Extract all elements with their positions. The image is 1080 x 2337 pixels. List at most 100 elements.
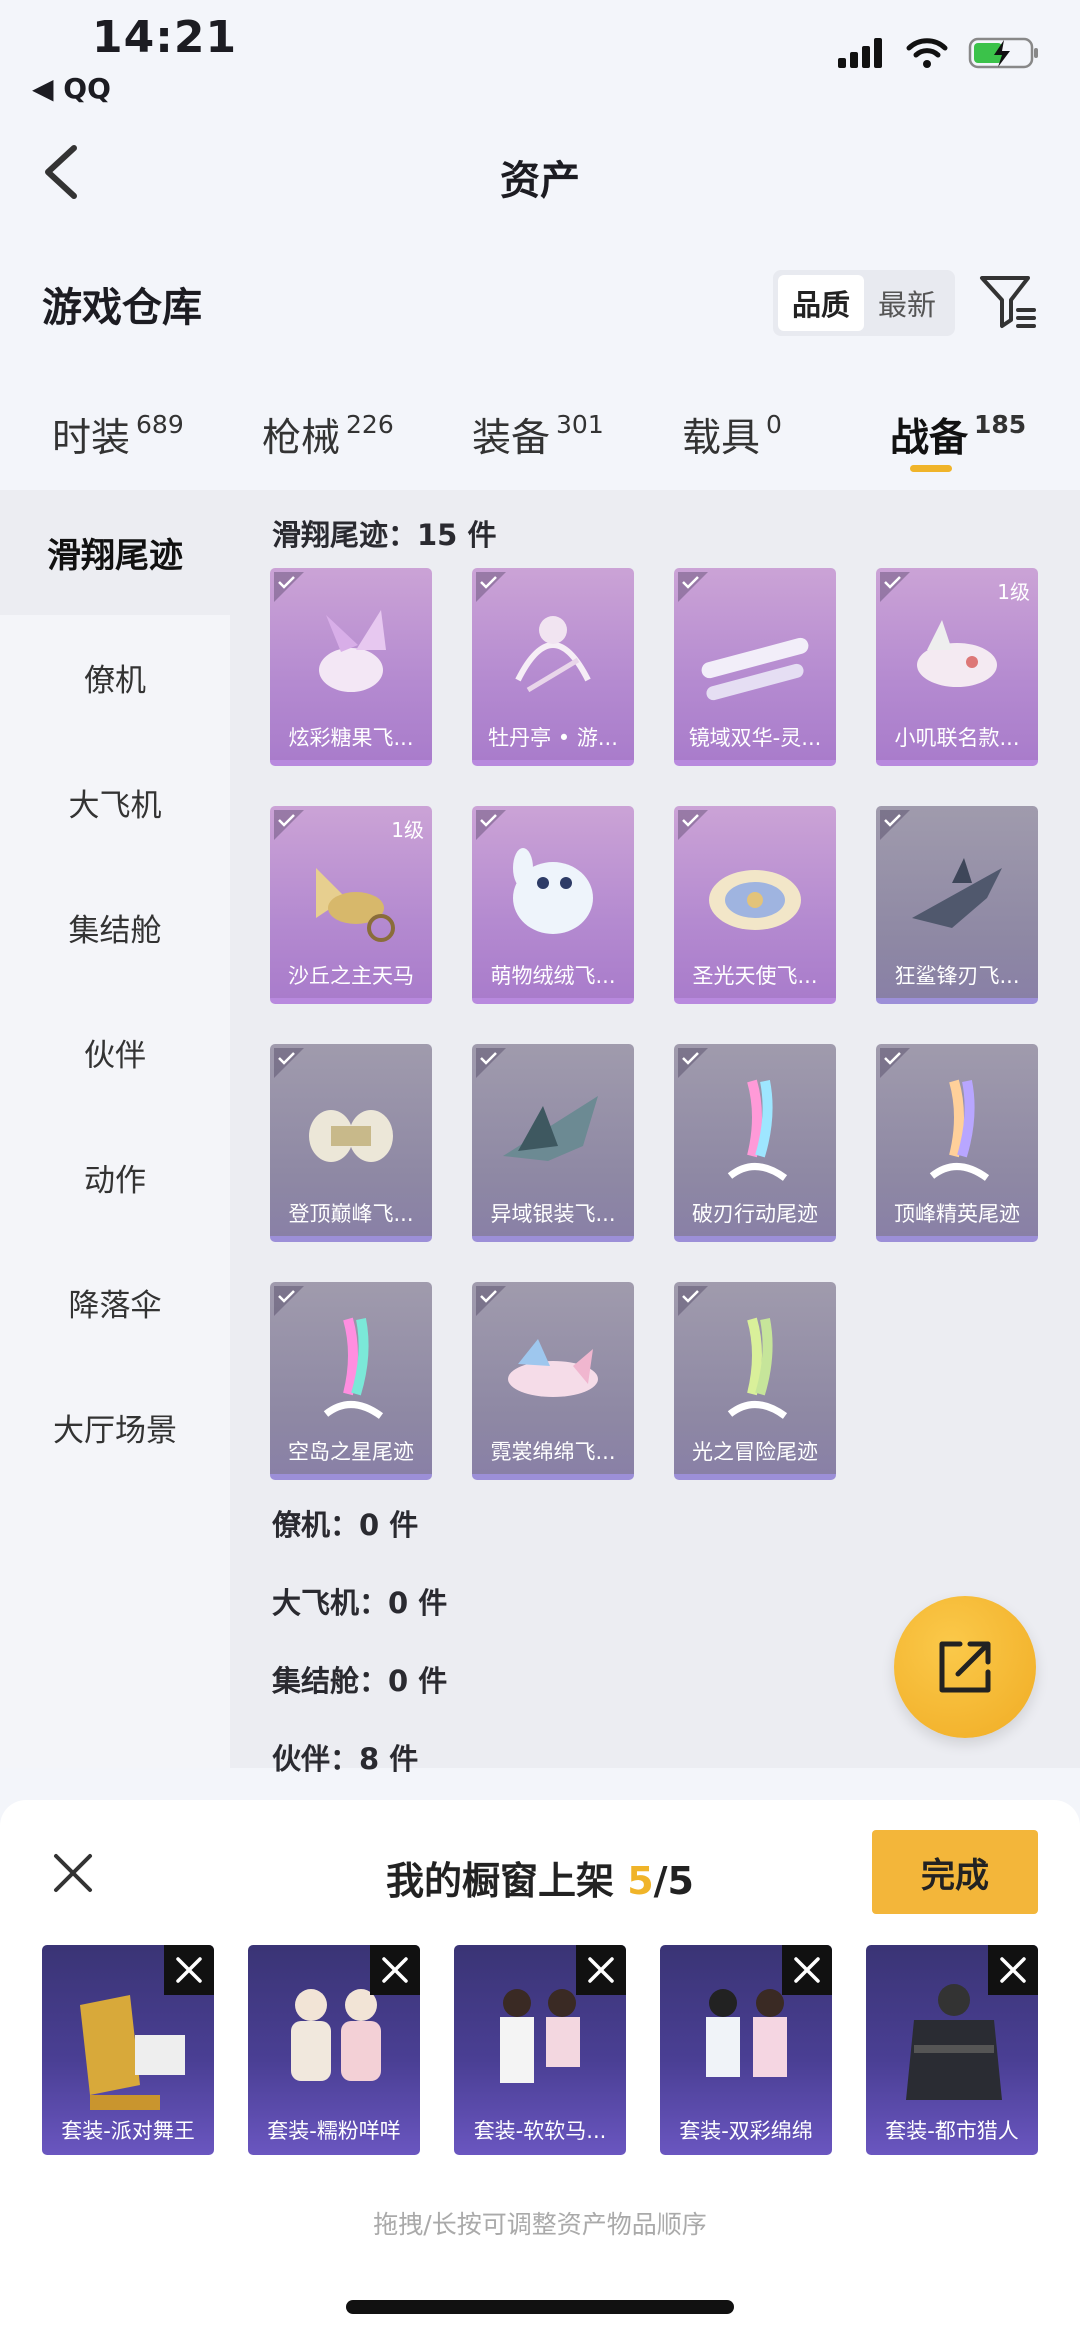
item-image: [727, 1079, 788, 1181]
sidebar-item-wingman[interactable]: 僚机: [0, 615, 230, 740]
sort-quality-button[interactable]: 品质: [778, 275, 864, 331]
active-tab-indicator: [910, 465, 952, 472]
showcase-item-card[interactable]: 套装-双彩绵绵: [660, 1945, 832, 2155]
item-image: [917, 620, 997, 687]
tab-count: 226: [346, 410, 394, 439]
close-icon: [588, 1957, 614, 1983]
remove-item-button[interactable]: [782, 1945, 832, 1995]
item-card[interactable]: 顶峰精英尾迹: [876, 1044, 1038, 1242]
showcase-item-card[interactable]: 套装-软软马...: [454, 1945, 626, 2155]
nav-bar: 资产: [0, 120, 1080, 225]
section-label-wingman: 僚机：0 件: [272, 1508, 419, 1542]
showcase-item-card[interactable]: 套装-糯粉咩咩: [248, 1945, 420, 2155]
item-image: [912, 858, 1002, 928]
status-time: 14:21: [92, 12, 238, 63]
reorder-hint: 拖拽/长按可调整资产物品顺序: [373, 2210, 707, 2239]
showcase-title-text: 我的橱窗上架: [385, 1859, 628, 1903]
tab-equipment[interactable]: 装备 301: [472, 407, 604, 463]
sidebar-item-pod[interactable]: 集结舱: [0, 865, 230, 990]
close-icon: [176, 1957, 202, 1983]
content-area: 滑翔尾迹 僚机 大飞机 集结舱 伙伴 动作 降落伞 大厅场景 滑翔尾迹：15 件…: [0, 490, 1080, 1776]
tab-battle-gear[interactable]: 战备 185: [890, 407, 1026, 463]
item-card[interactable]: 1级 小叽联名款...: [876, 568, 1038, 766]
page-title: 资产: [500, 158, 580, 204]
item-image: [323, 1317, 384, 1419]
item-image: [727, 1317, 788, 1419]
item-card[interactable]: 登顶巅峰飞...: [270, 1044, 432, 1242]
outfit-name: 套装-派对舞王: [61, 2119, 195, 2143]
item-card[interactable]: 破刃行动尾迹: [674, 1044, 836, 1242]
section-label-pod: 集结舱：0 件: [272, 1664, 448, 1698]
showcase-sheet: 我的橱窗上架 5/5 完成 套装-派对舞王 套装-糯粉咩咩 套装-软软马... 套装-…: [0, 1800, 1080, 2337]
showcase-total: /5: [653, 1859, 694, 1903]
close-icon: [382, 1957, 408, 1983]
outfit-image: [706, 1989, 787, 2077]
tab-firearms[interactable]: 枪械 226: [262, 407, 394, 463]
remove-item-button[interactable]: [988, 1945, 1038, 1995]
item-name: 萌物绒绒飞...: [490, 964, 616, 988]
item-image: [929, 1079, 990, 1181]
item-image: [515, 616, 591, 693]
back-to-app-link[interactable]: ◀ QQ: [32, 72, 111, 105]
sidebar-item-glide-trail[interactable]: 滑翔尾迹: [0, 490, 230, 615]
tab-label: 装备: [472, 416, 551, 461]
item-name: 破刃行动尾迹: [692, 1202, 818, 1226]
tab-label: 载具: [682, 416, 761, 461]
tab-vehicles[interactable]: 载具 0: [682, 407, 782, 463]
tab-fashion[interactable]: 时装 689: [52, 407, 184, 463]
section-label-glide: 滑翔尾迹：15 件: [272, 518, 497, 552]
status-icons: [838, 36, 1040, 70]
sidebar-item-big-plane[interactable]: 大飞机: [0, 740, 230, 865]
remove-item-button[interactable]: [576, 1945, 626, 1995]
home-indicator[interactable]: [346, 2300, 734, 2314]
tab-count: 689: [136, 410, 184, 439]
item-name: 沙丘之主天马: [288, 964, 414, 988]
outfit-name: 套装-软软马...: [473, 2119, 607, 2143]
item-card[interactable]: 异域银装飞...: [472, 1044, 634, 1242]
close-icon: [1000, 1957, 1026, 1983]
item-card[interactable]: 1级 沙丘之主天马: [270, 806, 432, 1004]
outfit-name: 套装-都市猎人: [885, 2119, 1019, 2143]
item-card[interactable]: 空岛之星尾迹: [270, 1282, 432, 1480]
filter-icon[interactable]: [978, 272, 1038, 332]
remove-item-button[interactable]: [370, 1945, 420, 1995]
outfit-image: [291, 1989, 381, 2081]
outfit-image: [500, 1989, 580, 2083]
item-image: [319, 610, 386, 692]
warehouse-title: 游戏仓库: [42, 285, 202, 331]
sidebar-item-parachute[interactable]: 降落伞: [0, 1240, 230, 1365]
outfit-image: [80, 1995, 185, 2110]
category-tabs: 时装 689 枪械 226 装备 301 载具 0 战备 185: [0, 395, 1080, 490]
item-card[interactable]: 圣光天使飞...: [674, 806, 836, 1004]
item-image: [709, 870, 801, 930]
item-card[interactable]: 霓裳绵绵飞...: [472, 1282, 634, 1480]
done-button[interactable]: 完成: [872, 1830, 1038, 1914]
item-image: [513, 848, 593, 934]
tab-count: 185: [974, 410, 1027, 439]
outfit-image: [906, 1984, 1002, 2100]
showcase-item-card[interactable]: 套装-都市猎人: [866, 1945, 1038, 2155]
item-card[interactable]: 牡丹亭 • 游...: [472, 568, 634, 766]
sidebar-item-lobby-scene[interactable]: 大厅场景: [0, 1365, 230, 1490]
sort-newest-button[interactable]: 最新: [864, 275, 950, 331]
item-name: 光之冒险尾迹: [692, 1440, 818, 1464]
item-image: [309, 1110, 393, 1162]
remove-item-button[interactable]: [164, 1945, 214, 1995]
item-name: 空岛之星尾迹: [288, 1440, 414, 1464]
sidebar-item-emote[interactable]: 动作: [0, 1115, 230, 1240]
item-name: 镜域双华-灵...: [688, 726, 822, 750]
item-card[interactable]: 镜域双华-灵...: [674, 568, 836, 766]
item-card[interactable]: 炫彩糖果飞...: [270, 568, 432, 766]
showcase-item-card[interactable]: 套装-派对舞王: [42, 1945, 214, 2155]
item-card[interactable]: 狂鲨锋刃飞...: [876, 806, 1038, 1004]
sidebar-item-partner[interactable]: 伙伴: [0, 990, 230, 1115]
item-card[interactable]: 萌物绒绒飞...: [472, 806, 634, 1004]
tab-label: 枪械: [262, 416, 341, 461]
signal-icon: [838, 38, 882, 68]
item-name: 小叽联名款...: [894, 726, 1020, 750]
item-image: [316, 868, 395, 942]
item-card[interactable]: 光之冒险尾迹: [674, 1282, 836, 1480]
item-name: 牡丹亭 • 游...: [488, 726, 618, 750]
share-button[interactable]: [894, 1596, 1036, 1738]
item-name: 霓裳绵绵飞...: [490, 1440, 616, 1464]
